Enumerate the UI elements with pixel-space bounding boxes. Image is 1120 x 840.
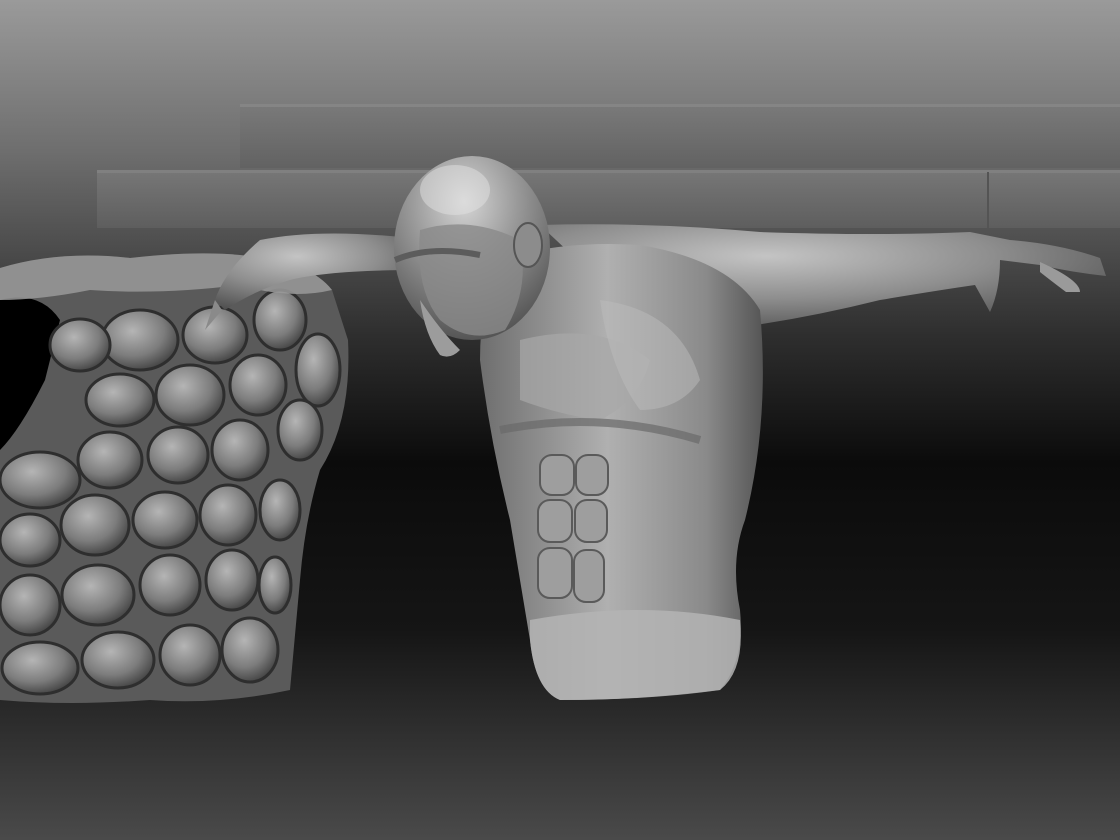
sculpted-figure[interactable] [205, 156, 1106, 700]
stacked-slab-top[interactable] [240, 104, 1120, 168]
scene-canvas [0, 104, 1120, 703]
textured-rock-pillar[interactable] [0, 253, 349, 703]
sculpt-viewport[interactable] [0, 0, 1120, 840]
stacked-slab-bottom[interactable] [97, 170, 1120, 228]
